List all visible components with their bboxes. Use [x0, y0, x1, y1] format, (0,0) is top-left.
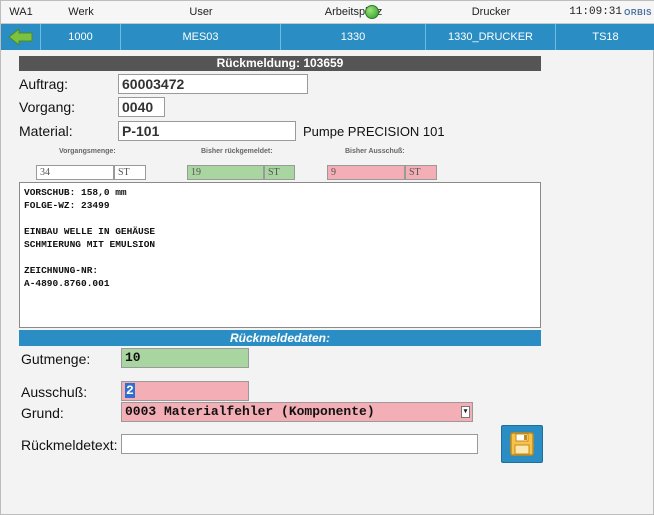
header-drucker: Drucker	[471, 6, 511, 18]
vorgangsmenge-label: Vorgangsmenge:	[59, 148, 116, 155]
clock: 11:09:31	[569, 6, 622, 18]
vorgang-label: Vorgang:	[19, 99, 76, 115]
gutmenge-input[interactable]: 10	[121, 348, 249, 368]
logo: ORBIS	[624, 7, 652, 17]
material-description: Pumpe PRECISION 101	[303, 124, 445, 139]
bisher-label: Bisher rückgemeldet:	[201, 148, 273, 155]
gutmenge-label: Gutmenge:	[21, 351, 91, 367]
bisher-ausschuss-value: 9	[327, 165, 405, 180]
drucker-value: 1330_DRUCKER	[426, 24, 556, 50]
vorgangsmenge-unit: ST	[114, 165, 146, 180]
section-title: Rückmeldedaten:	[19, 330, 541, 346]
arrow-left-icon	[7, 28, 32, 46]
grund-label: Grund:	[21, 405, 64, 421]
material-label: Material:	[19, 123, 73, 139]
user-value: MES03	[121, 24, 281, 50]
rueckmeldetext-input[interactable]	[121, 434, 478, 454]
auftrag-label: Auftrag:	[19, 76, 69, 92]
operation-text: VORSCHUB: 158,0 mm FOLGE-WZ: 23499 EINBA…	[19, 182, 541, 328]
ausschuss-label: Ausschuß:	[21, 384, 88, 400]
context-bar: 1000 MES03 1330 1330_DRUCKER TS18	[1, 24, 654, 50]
auftrag-field: 60003472	[118, 74, 308, 94]
header-row: WA1 Werk User Arbeitsplatz Drucker 11:09…	[1, 1, 654, 24]
ausschuss-value: 2	[125, 383, 135, 398]
save-button[interactable]	[501, 425, 543, 463]
header-werk: Werk	[68, 6, 94, 18]
dropdown-arrow-icon[interactable]: ▾	[461, 406, 470, 418]
page-title: Rückmeldung: 103659	[19, 56, 541, 71]
bisher-ausschuss-label: Bisher Ausschuß:	[345, 148, 405, 155]
station-code: TS18	[592, 31, 619, 43]
arbeitsplatz-value: 1330	[281, 24, 426, 50]
vorgang-field: 0040	[118, 97, 165, 117]
status-ok-icon	[365, 5, 379, 19]
header-arbeitsplatz: Arbeitsplatz	[324, 6, 383, 18]
back-button[interactable]	[1, 24, 41, 50]
vorgangsmenge-value: 34	[36, 165, 114, 180]
bisher-ausschuss-unit: ST	[405, 165, 437, 180]
feedback-screen: WA1 Werk User Arbeitsplatz Drucker 11:09…	[0, 0, 654, 515]
grund-select[interactable]: 0003 Materialfehler (Komponente) ▾	[121, 402, 473, 422]
floppy-disk-icon	[510, 432, 534, 456]
rueckmeldetext-label: Rückmeldetext:	[21, 437, 118, 453]
ausschuss-input[interactable]: 2	[121, 381, 249, 401]
grund-selected-value: 0003 Materialfehler (Komponente)	[125, 404, 375, 419]
bisher-unit: ST	[264, 165, 295, 180]
station-label: WA1	[9, 6, 33, 18]
bisher-value: 19	[187, 165, 264, 180]
werk-value: 1000	[41, 24, 121, 50]
material-field: P-101	[118, 121, 296, 141]
header-user: User	[189, 6, 213, 18]
